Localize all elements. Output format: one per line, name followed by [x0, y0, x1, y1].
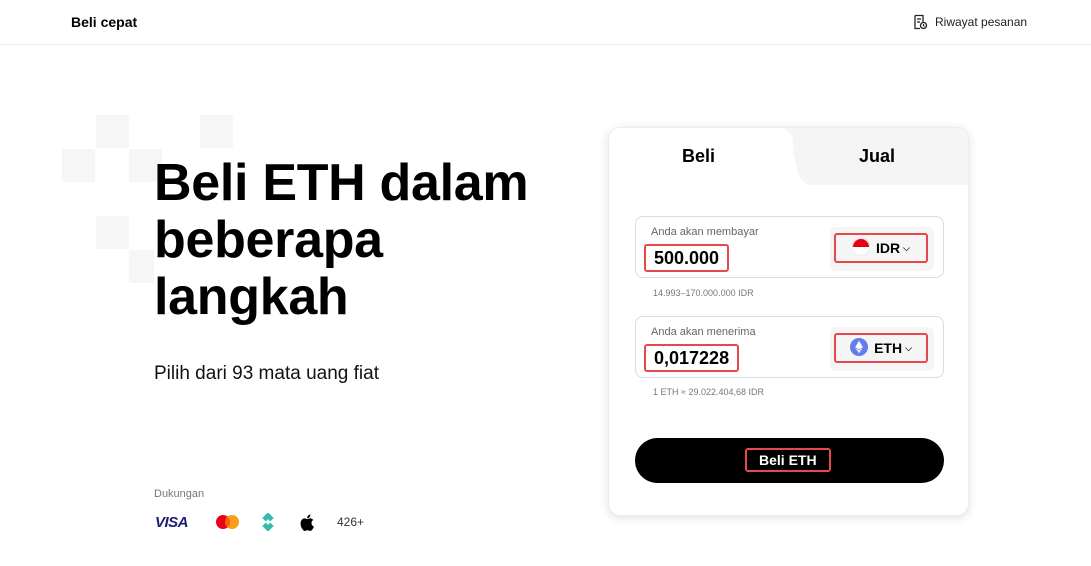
- hero-title: Beli ETH dalam beberapa langkah: [154, 154, 529, 326]
- chevron-down-icon: ⌵: [905, 342, 912, 353]
- receive-amount-input[interactable]: 0,017228: [644, 344, 740, 372]
- receive-currency-selector[interactable]: ETH ⌵: [834, 333, 928, 363]
- pay-amount-input[interactable]: 500.000: [644, 244, 730, 272]
- order-history-label: Riwayat pesanan: [935, 15, 1028, 29]
- top-bar: Beli cepat Riwayat pesanan: [0, 0, 1091, 45]
- receive-currency-box: ETH ⌵: [830, 327, 934, 371]
- exchange-rate-hint: 1 ETH ≈ 29.022.404,68 IDR: [653, 387, 765, 397]
- pay-currency-code: IDR: [876, 240, 901, 256]
- tab-sell[interactable]: Jual: [859, 146, 895, 167]
- visa-icon: VISA: [155, 513, 189, 531]
- support-label: Dukungan: [154, 488, 205, 500]
- buy-eth-button[interactable]: Beli ETH: [635, 438, 944, 483]
- pay-amount-label: Anda akan membayar: [651, 226, 759, 238]
- brand-title: Beli cepat: [71, 14, 138, 30]
- receive-amount-label: Anda akan menerima: [651, 326, 756, 338]
- buy-widget: Beli Jual Anda akan membayar 500.000 IDR: [608, 127, 969, 516]
- tab-curve: [774, 128, 814, 185]
- pay-amount-field[interactable]: Anda akan membayar 500.000 IDR ⌵: [635, 216, 944, 278]
- hero-subtitle: Pilih dari 93 mata uang fiat: [154, 363, 379, 384]
- order-history-link[interactable]: Riwayat pesanan: [912, 14, 1027, 30]
- pix-icon: [259, 510, 277, 534]
- receive-amount-field[interactable]: Anda akan menerima 0,017228 ETH ⌵: [635, 316, 944, 378]
- apple-pay-icon: [300, 510, 314, 534]
- receive-currency-code: ETH: [874, 340, 903, 356]
- receipt-icon: [912, 14, 928, 30]
- chevron-down-icon: ⌵: [903, 242, 910, 253]
- tab-buy[interactable]: Beli: [682, 146, 715, 167]
- mastercard-icon: [215, 510, 241, 534]
- eth-icon: [850, 337, 869, 359]
- pay-currency-selector[interactable]: IDR ⌵: [834, 233, 928, 263]
- pay-currency-box: IDR ⌵: [830, 227, 934, 271]
- idr-flag-icon: [852, 237, 871, 259]
- more-methods-count: 426+: [337, 515, 365, 529]
- pay-range-hint: 14.993–170.000.000 IDR: [653, 288, 754, 298]
- buy-eth-label: Beli ETH: [745, 448, 831, 472]
